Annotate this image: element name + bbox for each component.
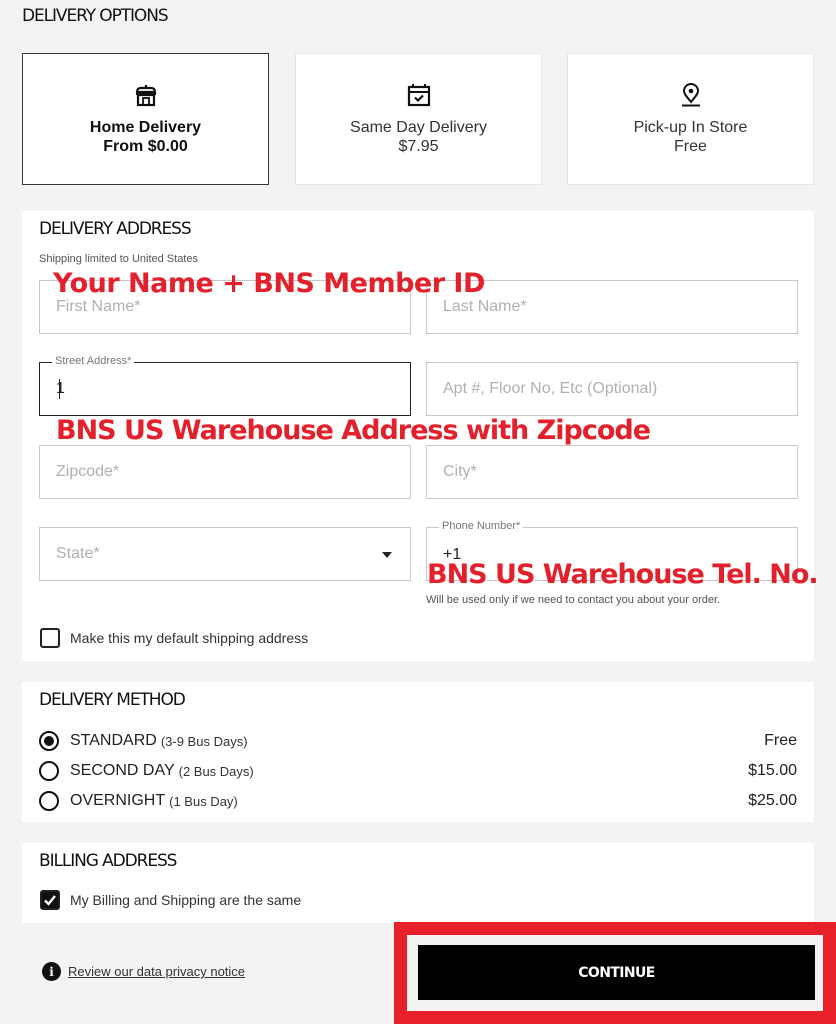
street-address-value: 1: [56, 380, 65, 397]
apt-placeholder: Apt #, Floor No, Etc (Optional): [443, 380, 658, 397]
option-price: Free: [674, 138, 707, 155]
option-name: Home Delivery: [89, 119, 202, 136]
state-select[interactable]: State*: [39, 527, 411, 581]
option-name: Pick-up In Store: [633, 119, 748, 136]
phone-hint: Will be used only if we need to contact …: [426, 594, 721, 606]
option-price: From $0.00: [103, 138, 188, 155]
delivery-address-title: DELIVERY ADDRESS: [39, 219, 192, 239]
billing-address-section: BILLING ADDRESS My Billing and Shipping …: [22, 843, 814, 923]
method-price: Free: [764, 732, 797, 749]
method-name: STANDARD: [70, 732, 157, 749]
option-name: Same Day Delivery: [350, 119, 487, 136]
annotation-tel-hint: BNS US Warehouse Tel. No.: [427, 559, 819, 590]
store-icon: [135, 85, 156, 107]
delivery-method-title: DELIVERY METHOD: [39, 690, 186, 710]
calendar-check-icon: [407, 84, 430, 107]
method-days: (1 Bus Day): [169, 793, 238, 809]
radio-unselected[interactable]: [39, 791, 59, 811]
caret-down-icon: [382, 552, 392, 558]
first-name-placeholder: First Name*: [56, 298, 141, 315]
last-name-placeholder: Last Name*: [443, 298, 527, 315]
phone-label: Phone Number*: [439, 520, 524, 532]
method-second-day[interactable]: SECOND DAY (2 Bus Days) $15.00: [39, 759, 797, 783]
delivery-option-home[interactable]: Home Delivery From $0.00: [22, 53, 269, 185]
default-address-checkbox[interactable]: Make this my default shipping address: [40, 628, 308, 648]
method-days: (2 Bus Days): [178, 763, 254, 779]
delivery-options-title: DELIVERY OPTIONS: [22, 6, 169, 26]
zipcode-placeholder: Zipcode*: [56, 463, 120, 480]
method-days: (3-9 Bus Days): [160, 733, 248, 749]
apt-field[interactable]: Apt #, Floor No, Etc (Optional): [426, 362, 798, 416]
privacy-notice-link[interactable]: i Review our data privacy notice: [42, 962, 245, 981]
map-pin-icon: [681, 83, 700, 107]
radio-selected[interactable]: [39, 731, 59, 751]
default-address-label: Make this my default shipping address: [70, 630, 309, 646]
city-field[interactable]: City*: [426, 445, 798, 499]
state-placeholder: State*: [56, 545, 100, 562]
radio-unselected[interactable]: [39, 761, 59, 781]
checkbox-checked[interactable]: [40, 890, 60, 910]
billing-address-title: BILLING ADDRESS: [39, 851, 177, 871]
checkmark-icon: [44, 895, 56, 906]
text-cursor: [59, 379, 60, 399]
info-icon: i: [42, 962, 61, 981]
annotation-address-hint: BNS US Warehouse Address with Zipcode: [56, 415, 651, 446]
method-price: $15.00: [748, 762, 797, 779]
method-name: SECOND DAY: [70, 762, 175, 779]
annotation-name-hint: Your Name + BNS Member ID: [53, 268, 485, 299]
method-name: OVERNIGHT: [70, 792, 166, 809]
method-overnight[interactable]: OVERNIGHT (1 Bus Day) $25.00: [39, 789, 797, 813]
zipcode-field[interactable]: Zipcode*: [39, 445, 411, 499]
privacy-notice-text[interactable]: Review our data privacy notice: [68, 964, 245, 979]
method-price: $25.00: [748, 792, 797, 809]
shipping-limit-note: Shipping limited to United States: [39, 253, 198, 265]
option-price: $7.95: [398, 138, 439, 155]
delivery-option-same-day[interactable]: Same Day Delivery $7.95: [295, 53, 542, 185]
street-address-field[interactable]: Street Address* 1: [39, 355, 411, 416]
billing-same-checkbox[interactable]: My Billing and Shipping are the same: [40, 890, 301, 910]
delivery-option-pickup[interactable]: Pick-up In Store Free: [567, 53, 814, 185]
billing-same-label: My Billing and Shipping are the same: [70, 892, 302, 908]
delivery-method-section: DELIVERY METHOD STANDARD (3-9 Bus Days) …: [22, 682, 814, 822]
checkbox-unchecked[interactable]: [40, 628, 60, 648]
street-address-label: Street Address*: [52, 355, 135, 367]
continue-button[interactable]: CONTINUE: [418, 945, 815, 1000]
city-placeholder: City*: [443, 463, 477, 480]
method-standard[interactable]: STANDARD (3-9 Bus Days) Free: [39, 729, 797, 753]
